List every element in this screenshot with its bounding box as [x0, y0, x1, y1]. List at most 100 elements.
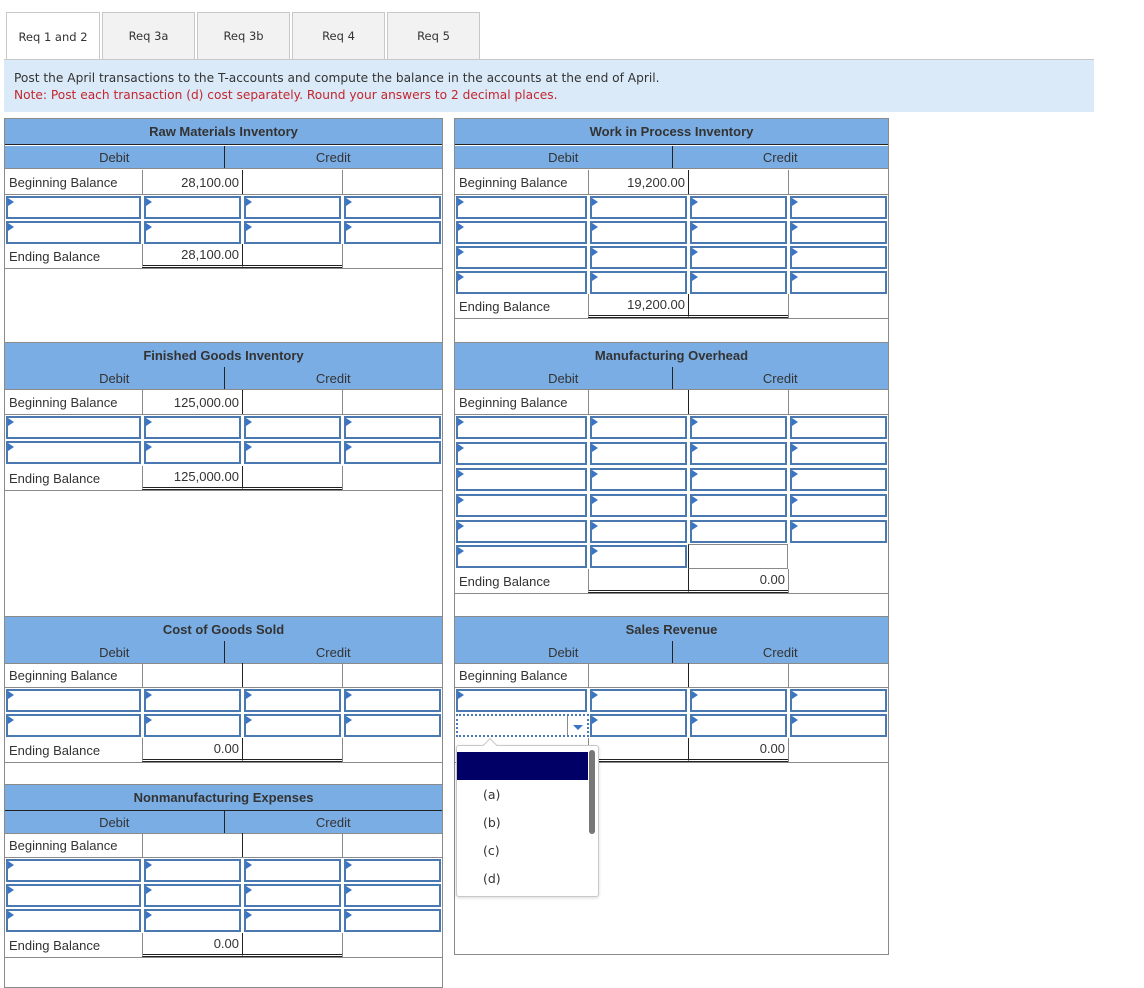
debit-transaction-select[interactable]	[456, 221, 587, 244]
debit-transaction-select[interactable]	[456, 246, 587, 269]
debit-amount-input[interactable]	[590, 221, 687, 244]
tab-req-3b[interactable]: Req 3b	[197, 12, 290, 59]
debit-amount-input[interactable]	[590, 520, 687, 543]
tab-req-3a[interactable]: Req 3a	[102, 12, 195, 59]
credit-transaction-select[interactable]	[244, 714, 341, 737]
dropdown-scrollbar[interactable]	[589, 750, 595, 834]
debit-amount-input[interactable]	[590, 271, 687, 294]
credit-amount-input[interactable]	[344, 714, 441, 737]
credit-transaction-select[interactable]	[690, 416, 787, 439]
credit-amount-input[interactable]	[790, 416, 887, 439]
credit-amount-input[interactable]	[344, 909, 441, 932]
debit-transaction-select[interactable]	[456, 196, 587, 219]
credit-amount-input[interactable]	[790, 271, 887, 294]
debit-transaction-select[interactable]	[456, 468, 587, 491]
credit-transaction-select[interactable]	[690, 689, 787, 712]
debit-amount-input[interactable]	[590, 416, 687, 439]
credit-transaction-select[interactable]	[244, 689, 341, 712]
debit-amount-input[interactable]	[590, 196, 687, 219]
account-subheader: Debit Credit	[5, 811, 442, 834]
dropdown-option-b[interactable]: (b)	[457, 808, 588, 836]
credit-transaction-select[interactable]	[690, 714, 787, 737]
credit-transaction-select[interactable]	[690, 442, 787, 465]
dropdown-option-c[interactable]: (c)	[457, 836, 588, 864]
debit-amount-input[interactable]	[144, 441, 241, 464]
credit-amount-input[interactable]	[344, 196, 441, 219]
credit-transaction-select[interactable]	[690, 520, 787, 543]
debit-transaction-select[interactable]	[6, 441, 141, 464]
debit-transaction-select[interactable]	[6, 909, 141, 932]
debit-transaction-select[interactable]	[6, 221, 141, 244]
instructions-note: Note: Post each transaction (d) cost sep…	[14, 88, 558, 102]
credit-transaction-select[interactable]	[244, 416, 341, 439]
credit-amount-input[interactable]	[344, 884, 441, 907]
credit-transaction-select[interactable]	[690, 221, 787, 244]
ending-extra-cell	[788, 569, 888, 593]
debit-transaction-select[interactable]	[6, 859, 141, 882]
debit-amount-input[interactable]	[144, 909, 241, 932]
credit-amount-input[interactable]	[790, 468, 887, 491]
debit-amount-input[interactable]	[144, 859, 241, 882]
credit-amount-input[interactable]	[790, 494, 887, 517]
credit-transaction-select[interactable]	[244, 884, 341, 907]
debit-transaction-select[interactable]	[456, 442, 587, 465]
credit-transaction-select[interactable]	[690, 246, 787, 269]
debit-transaction-select[interactable]	[456, 416, 587, 439]
debit-transaction-select[interactable]	[6, 689, 141, 712]
debit-amount-input[interactable]	[144, 416, 241, 439]
credit-amount-input[interactable]	[344, 441, 441, 464]
credit-transaction-select[interactable]	[244, 909, 341, 932]
credit-transaction-select[interactable]	[690, 494, 787, 517]
debit-amount-input[interactable]	[144, 196, 241, 219]
debit-transaction-select[interactable]	[456, 494, 587, 517]
debit-amount-input[interactable]	[590, 442, 687, 465]
debit-amount-input[interactable]	[144, 689, 241, 712]
debit-amount-input[interactable]	[590, 246, 687, 269]
credit-amount-input[interactable]	[790, 520, 887, 543]
account-title: Nonmanufacturing Expenses	[5, 784, 442, 811]
dropdown-option-blank[interactable]	[457, 752, 588, 780]
credit-transaction-select[interactable]	[690, 468, 787, 491]
credit-amount-input[interactable]	[790, 246, 887, 269]
credit-amount-input[interactable]	[790, 714, 887, 737]
credit-transaction-select[interactable]	[244, 859, 341, 882]
credit-amount-input[interactable]	[790, 689, 887, 712]
tab-req-4[interactable]: Req 4	[292, 12, 385, 59]
dropdown-option-d[interactable]: (d)	[457, 864, 588, 892]
debit-transaction-select[interactable]	[6, 416, 141, 439]
credit-transaction-select[interactable]	[690, 271, 787, 294]
tab-req-5[interactable]: Req 5	[387, 12, 480, 59]
debit-amount-input[interactable]	[590, 545, 687, 568]
debit-transaction-select[interactable]	[456, 689, 587, 712]
credit-amount-input[interactable]	[344, 416, 441, 439]
debit-amount-input[interactable]	[144, 221, 241, 244]
credit-amount-input[interactable]	[344, 689, 441, 712]
credit-transaction-select[interactable]	[244, 221, 341, 244]
entry-row	[455, 245, 888, 270]
debit-transaction-select[interactable]	[6, 714, 141, 737]
debit-transaction-select[interactable]	[6, 884, 141, 907]
credit-transaction-select[interactable]	[690, 196, 787, 219]
debit-amount-input[interactable]	[144, 884, 241, 907]
debit-amount-input[interactable]	[590, 494, 687, 517]
chevron-down-icon[interactable]	[567, 716, 587, 735]
credit-amount-input[interactable]	[790, 196, 887, 219]
credit-transaction-select[interactable]	[244, 441, 341, 464]
tab-req-1-and-2[interactable]: Req 1 and 2	[6, 12, 100, 60]
debit-amount-input[interactable]	[590, 714, 687, 737]
debit-transaction-select[interactable]	[456, 545, 587, 568]
credit-amount-input[interactable]	[344, 221, 441, 244]
debit-amount-input[interactable]	[144, 714, 241, 737]
credit-amount-input[interactable]	[790, 221, 887, 244]
credit-transaction-select[interactable]	[244, 196, 341, 219]
debit-transaction-select[interactable]	[456, 520, 587, 543]
debit-transaction-select-focused[interactable]	[456, 714, 589, 737]
beginning-balance-label: Beginning Balance	[459, 394, 568, 410]
dropdown-option-a[interactable]: (a)	[457, 780, 588, 808]
credit-amount-input[interactable]	[790, 442, 887, 465]
debit-amount-input[interactable]	[590, 468, 687, 491]
credit-amount-input[interactable]	[344, 859, 441, 882]
debit-transaction-select[interactable]	[456, 271, 587, 294]
debit-amount-input[interactable]	[590, 689, 687, 712]
debit-transaction-select[interactable]	[6, 196, 141, 219]
